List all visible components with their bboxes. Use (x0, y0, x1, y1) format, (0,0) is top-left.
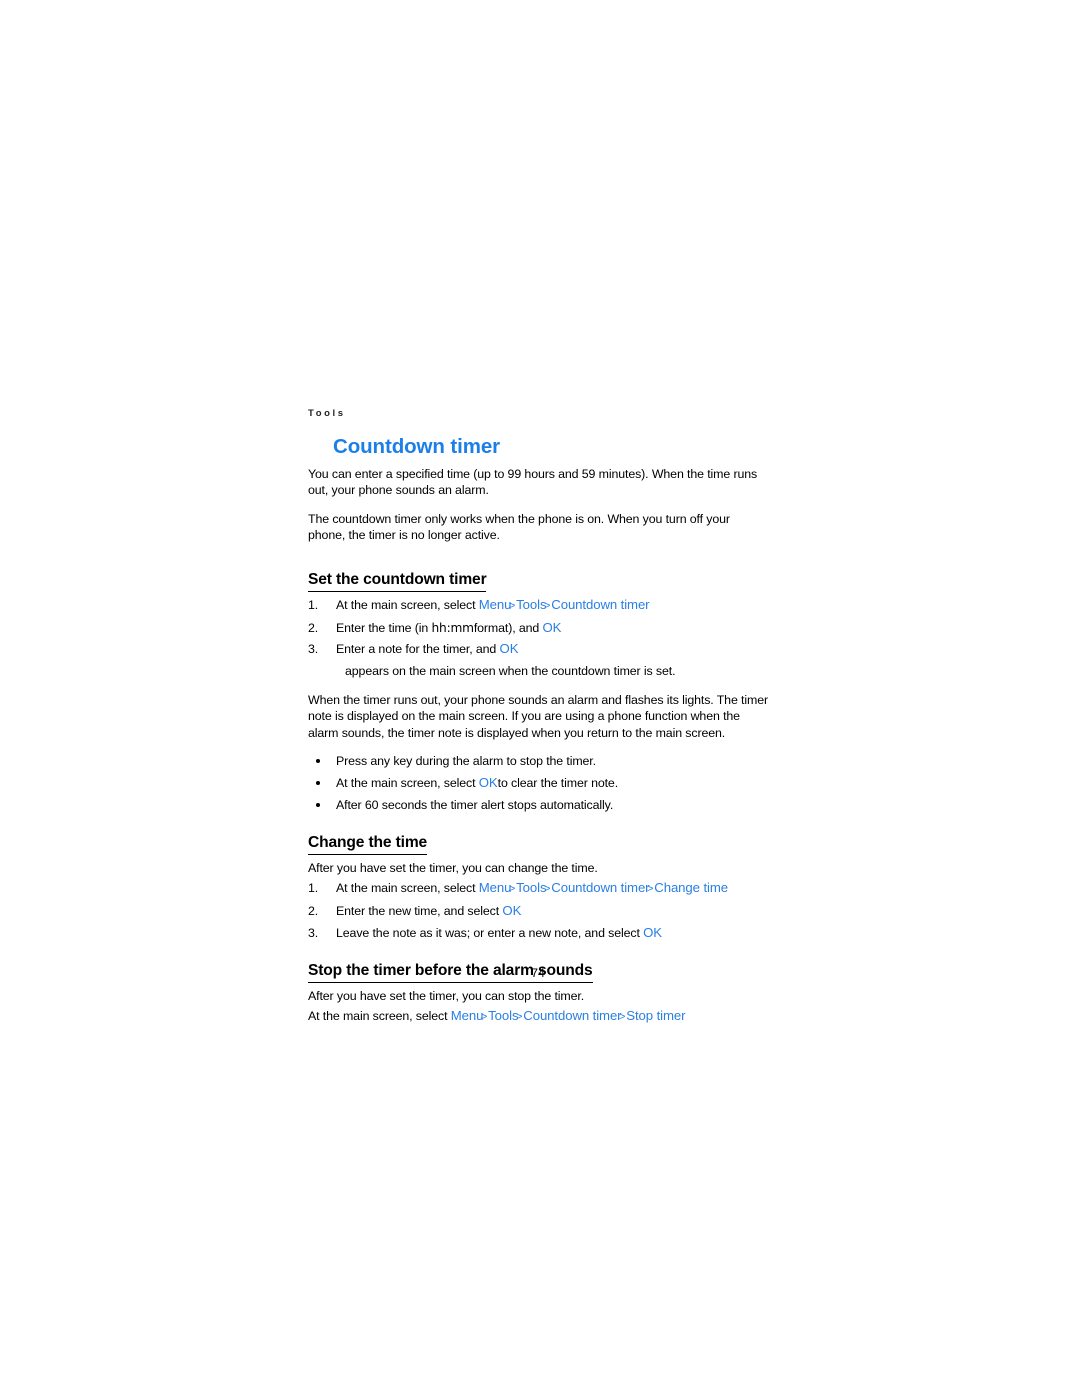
ui-softkey-ok[interactable]: OK (500, 641, 519, 656)
step-text-mid: format), and (473, 620, 543, 635)
section-heading-set-countdown-timer: Set the countdown timer (308, 570, 487, 592)
step-item: 2. Enter the new time, and select OK (308, 903, 768, 919)
path-separator-icon: > (515, 1011, 523, 1024)
ui-path-menu[interactable]: Menu (479, 880, 512, 895)
ui-path-countdown-timer[interactable]: Countdown timer (523, 1008, 621, 1023)
ui-path-menu[interactable]: Menu (479, 597, 512, 612)
bullet-list-alarm-actions: Press any key during the alarm to stop t… (308, 753, 768, 813)
page-content: Tools Countdown timer You can enter a sp… (308, 408, 768, 1030)
ui-softkey-ok[interactable]: OK (543, 620, 562, 635)
path-separator-icon: > (543, 883, 551, 896)
step-text: At the main screen, select (336, 597, 479, 612)
path-separator-icon: > (508, 883, 516, 896)
section-change-the-time: Change the time (308, 819, 768, 860)
step-text: Enter the new time, and select (336, 904, 503, 918)
time-format-literal: hh:mm (431, 620, 475, 635)
alarm-behaviour-paragraph: When the timer runs out, your phone soun… (308, 692, 768, 740)
document-page: Tools Countdown timer You can enter a sp… (0, 0, 1080, 1397)
ui-path-tools[interactable]: Tools (488, 1008, 518, 1023)
path-separator-icon: > (618, 1011, 626, 1024)
ui-path-stop-timer[interactable]: Stop timer (626, 1008, 685, 1023)
step-text: Leave the note as it was; or enter a new… (336, 925, 644, 940)
section-heading-change-the-time: Change the time (308, 833, 427, 855)
running-header: Tools (308, 408, 346, 419)
ui-path-change-time[interactable]: Change time (654, 880, 728, 895)
intro-paragraph-2: The countdown timer only works when the … (308, 511, 730, 543)
list-item: Press any key during the alarm to stop t… (308, 753, 768, 769)
timer-icon-note-text: appears on the main screen when the coun… (345, 664, 676, 679)
timer-icon-note: appears on the main screen when the coun… (308, 663, 768, 679)
ui-softkey-ok[interactable]: OK (502, 903, 521, 918)
step-number: 2. (308, 620, 319, 635)
list-item: At the main screen, select OKto clear th… (308, 775, 768, 791)
page-number: 74 (531, 966, 545, 980)
steps-list-set-countdown-timer: 1. At the main screen, select Menu>Tools>… (308, 597, 768, 658)
ui-path-tools[interactable]: Tools (516, 880, 546, 895)
steps-list-change-the-time: 1. At the main screen, select Menu>Tools>… (308, 880, 768, 941)
step-number: 3. (308, 925, 319, 940)
intro-paragraph-1: You can enter a specified time (up to 99… (308, 467, 758, 498)
step-number: 1. (308, 881, 319, 896)
stop-timer-path-line: At the main screen, select Menu>Tools>Co… (308, 1008, 768, 1025)
bullet-icon (316, 781, 320, 786)
list-item-text: At the main screen, select (336, 775, 479, 790)
path-separator-icon: > (480, 1011, 488, 1024)
list-item-text: After 60 seconds the timer alert stops a… (336, 797, 614, 812)
step-text: At the main screen, select (336, 881, 479, 896)
step-item: 1. At the main screen, select Menu>Tools>… (308, 880, 768, 897)
stop-timer-intro: After you have set the timer, you can st… (308, 988, 585, 1003)
step-number: 3. (308, 642, 319, 657)
ui-softkey-ok[interactable]: OK (643, 925, 662, 940)
step-text: Enter the time (in (336, 620, 432, 635)
change-time-intro: After you have set the timer, you can ch… (308, 860, 598, 875)
step-item: 3. Leave the note as it was; or enter a n… (308, 925, 768, 941)
step-number: 2. (308, 904, 319, 918)
step-number: 1. (308, 597, 319, 612)
stop-timer-path-lead: At the main screen, select (308, 1009, 451, 1024)
ui-softkey-ok[interactable]: OK (479, 775, 498, 790)
section-set-countdown-timer: Set the countdown timer (308, 556, 768, 597)
list-item: After 60 seconds the timer alert stops a… (308, 797, 768, 813)
ui-path-countdown-timer[interactable]: Countdown timer (551, 880, 649, 895)
ui-path-menu[interactable]: Menu (451, 1008, 484, 1023)
page-title: Countdown timer (333, 435, 501, 458)
ui-path-tools[interactable]: Tools (516, 597, 546, 612)
path-separator-icon: > (646, 883, 654, 896)
path-separator-icon: > (508, 599, 516, 612)
list-item-text: Press any key during the alarm to stop t… (336, 753, 596, 768)
list-item-text-trail: to clear the timer note. (497, 775, 619, 790)
bullet-icon (316, 802, 320, 807)
ui-path-countdown-timer[interactable]: Countdown timer (551, 597, 649, 612)
step-item: 3. Enter a note for the timer, and OK (308, 641, 768, 657)
step-item: 2. Enter the time (in hh:mmformat), and O… (308, 620, 768, 636)
bullet-icon (316, 759, 320, 764)
step-item: 1. At the main screen, select Menu>Tools>… (308, 597, 768, 614)
step-text: Enter a note for the timer, and (336, 642, 500, 657)
path-separator-icon: > (543, 599, 551, 612)
